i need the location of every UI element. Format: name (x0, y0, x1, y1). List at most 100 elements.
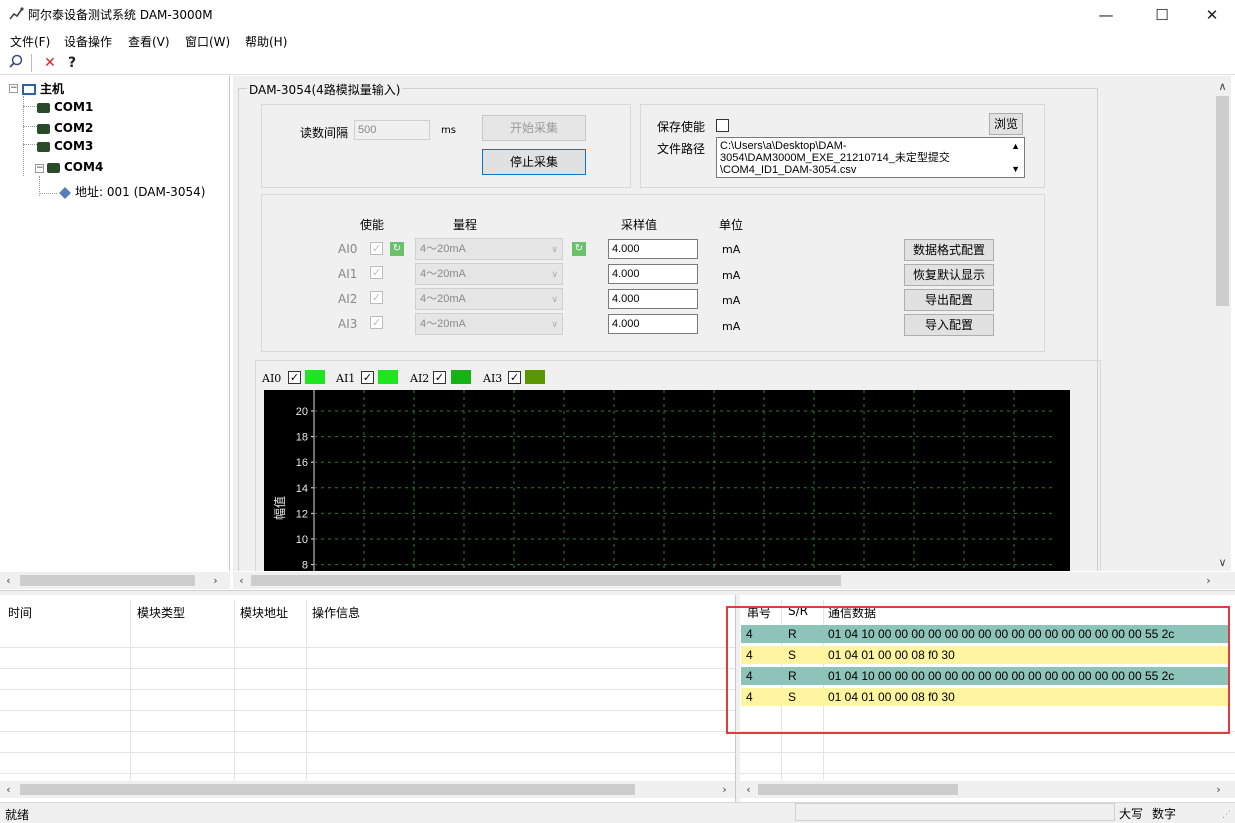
legend-swatch-ai2[interactable] (451, 370, 471, 384)
stop-acquisition-button[interactable]: 停止采集 (482, 149, 586, 175)
channel-name: AI3 (338, 317, 358, 331)
main-horizontal-scrollbar[interactable]: ‹ › (233, 572, 1235, 589)
status-num: 数字 (1152, 807, 1177, 821)
start-acquisition-button[interactable]: 开始采集 (482, 115, 586, 141)
y-tick-label: 16 (296, 457, 308, 469)
channel-unit: mA (722, 243, 741, 256)
tree-root[interactable]: 主机 (22, 80, 64, 97)
tree-item-com3[interactable]: COM3 (37, 139, 93, 153)
legend-swatch-ai1[interactable] (378, 370, 398, 384)
log-horizontal-scrollbar[interactable]: ‹ › (0, 781, 735, 798)
path-scroll-up-icon[interactable]: ▲ (1011, 140, 1020, 152)
file-path-label: 文件路径 (657, 142, 706, 156)
channel-name: AI1 (338, 267, 358, 281)
y-tick-label: 10 (296, 534, 308, 546)
import-config-button[interactable]: 导入配置 (904, 314, 994, 336)
menu-file[interactable]: 文件(F) (10, 33, 50, 50)
comm-horizontal-scrollbar[interactable]: ‹ › (740, 781, 1235, 798)
legend-checkbox-ai0[interactable]: ✓ (288, 371, 301, 384)
menu-device-ops[interactable]: 设备操作 (64, 33, 112, 50)
maximize-button[interactable]: ☐ (1139, 0, 1185, 30)
channel-range-select[interactable]: 4～20mA ∨ (415, 288, 563, 310)
device-icon (59, 186, 71, 199)
y-tick-label: 20 (296, 406, 308, 418)
log-col-time[interactable]: 时间 (8, 604, 32, 621)
tree-item-com1[interactable]: COM1 (37, 100, 93, 114)
port-icon (47, 162, 60, 173)
legend-checkbox-ai2[interactable]: ✓ (433, 371, 446, 384)
channel-unit: mA (722, 320, 741, 333)
export-config-button[interactable]: 导出配置 (904, 289, 994, 311)
log-col-operation-info[interactable]: 操作信息 (312, 604, 360, 621)
legend-label-ai0: AI0 (262, 372, 282, 385)
chart-svg: 20 18 16 14 12 10 8 幅值 (272, 390, 1054, 572)
legend-label-ai3: AI3 (483, 372, 503, 385)
chevron-down-icon: ∨ (551, 269, 558, 279)
app-icon (8, 6, 24, 22)
collapse-toggle-root[interactable]: − (9, 84, 18, 93)
read-interval-unit: ms (441, 125, 456, 136)
menu-help[interactable]: 帮助(H) (245, 33, 287, 50)
tree-item-com2[interactable]: COM2 (37, 121, 93, 135)
tree-item-com4[interactable]: COM4 (37, 160, 103, 174)
status-field-blank (795, 803, 1115, 821)
channel-range-select[interactable]: 4～20mA ∨ (415, 238, 563, 260)
read-interval-label: 读数间隔 (300, 126, 349, 140)
data-format-config-button[interactable]: 数据格式配置 (904, 239, 994, 261)
channel-unit: mA (722, 269, 741, 282)
toolbar (0, 51, 1235, 75)
channel-unit: mA (722, 294, 741, 307)
path-scroll-down-icon[interactable]: ▼ (1011, 163, 1020, 175)
status-caps: 大写 (1119, 807, 1144, 821)
range-header: 量程 (453, 218, 478, 232)
legend-swatch-ai3[interactable] (525, 370, 545, 384)
menu-window[interactable]: 窗口(W) (185, 33, 230, 50)
channel-enable-checkbox[interactable]: ✓ (370, 291, 383, 304)
resize-grip-icon[interactable]: ⋰ (1222, 810, 1231, 820)
search-icon[interactable] (6, 53, 26, 73)
channel-sample-value: 4.000 (608, 239, 698, 259)
log-col-module-address[interactable]: 模块地址 (240, 604, 288, 621)
channel-range-select[interactable]: 4～20mA ∨ (415, 263, 563, 285)
y-tick-label: 18 (296, 432, 308, 444)
minimize-button[interactable]: — (1083, 0, 1129, 30)
legend-checkbox-ai3[interactable]: ✓ (508, 371, 521, 384)
channel-enable-checkbox[interactable]: ✓ (370, 266, 383, 279)
browse-button[interactable]: 浏览 (989, 113, 1023, 135)
range-refresh-icon[interactable]: ↻ (572, 242, 586, 256)
enable-header: 使能 (360, 218, 385, 232)
log-col-module-type[interactable]: 模块类型 (137, 604, 185, 621)
menu-view[interactable]: 查看(V) (128, 33, 170, 50)
close-button[interactable]: ✕ (1189, 0, 1235, 30)
computer-icon (22, 84, 36, 95)
y-tick-label: 12 (296, 508, 308, 520)
tree-item-device[interactable]: 地址: 001 (DAM-3054) (59, 183, 205, 200)
channel-range-select[interactable]: 4～20mA ∨ (415, 313, 563, 335)
file-path-field[interactable]: C:\Users\a\Desktop\DAM-3054\DAM3000M_EXE… (716, 137, 1025, 178)
highlight-annotation (726, 606, 1230, 734)
channel-enable-checkbox[interactable]: ✓ (370, 316, 383, 329)
y-tick-label: 14 (296, 483, 308, 495)
restore-default-display-button[interactable]: 恢复默认显示 (904, 264, 994, 286)
amplitude-chart: 20 18 16 14 12 10 8 幅值 (264, 390, 1070, 572)
device-group-title: DAM-3054(4路模拟量输入) (247, 81, 403, 98)
save-enable-checkbox[interactable] (716, 119, 729, 132)
legend-swatch-ai0[interactable] (305, 370, 325, 384)
legend-label-ai1: AI1 (336, 372, 356, 385)
chevron-down-icon: ∨ (551, 244, 558, 254)
help-icon[interactable]: ? (62, 53, 82, 73)
port-icon (37, 123, 50, 134)
main-vertical-scrollbar[interactable]: ∧ ∨ (1214, 76, 1231, 571)
tree-horizontal-scrollbar[interactable]: ‹ › (0, 572, 230, 589)
channel-enable-checkbox[interactable]: ✓ (370, 242, 383, 255)
legend-checkbox-ai1[interactable]: ✓ (361, 371, 374, 384)
channel-name: AI0 (338, 242, 358, 256)
channel-sample-value: 4.000 (608, 289, 698, 309)
delete-icon[interactable]: ✕ (40, 53, 60, 73)
channel-refresh-icon[interactable]: ↻ (390, 242, 404, 256)
read-interval-input[interactable]: 500 (354, 120, 430, 140)
port-icon (37, 141, 50, 152)
port-icon (37, 102, 50, 113)
channel-name: AI2 (338, 292, 358, 306)
status-ready: 就绪 (5, 808, 30, 822)
